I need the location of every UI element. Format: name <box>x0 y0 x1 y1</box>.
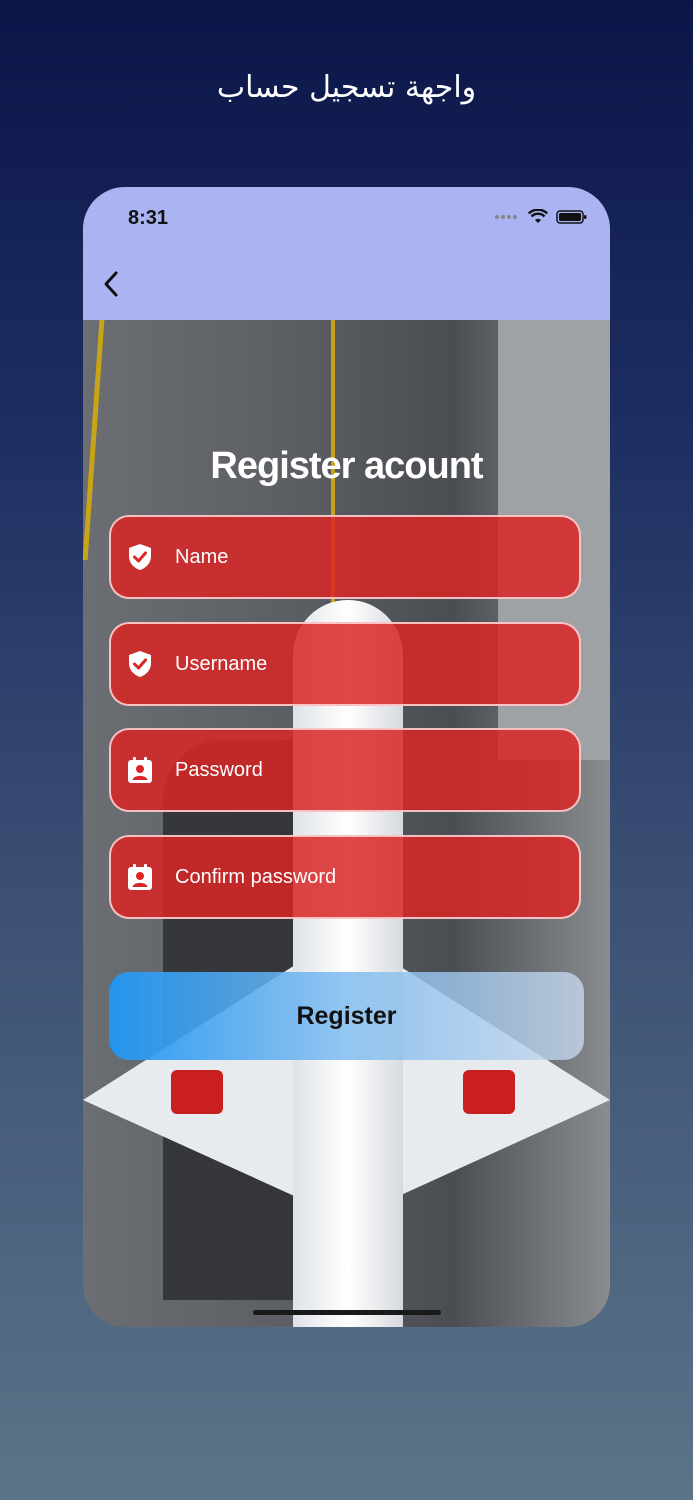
password-field[interactable]: Password <box>109 728 581 812</box>
register-button[interactable]: Register <box>109 972 584 1060</box>
contact-card-icon <box>125 755 155 785</box>
name-field[interactable]: Name <box>109 515 581 599</box>
confirm-password-field-label: Confirm password <box>175 865 337 888</box>
plane-fuselage <box>293 600 403 1327</box>
wifi-icon <box>528 209 548 223</box>
status-time: 8:31 <box>128 207 169 229</box>
battery-icon <box>556 210 587 224</box>
username-field[interactable]: Username <box>109 622 581 706</box>
chevron-left-icon[interactable] <box>101 269 121 299</box>
plane-engine-right <box>463 1070 515 1114</box>
password-field-label: Password <box>175 758 263 781</box>
plane-engine-left <box>171 1070 223 1114</box>
confirm-password-field[interactable]: Confirm password <box>109 835 581 919</box>
shield-check-icon <box>125 649 155 679</box>
shield-check-icon <box>125 542 155 572</box>
page-title: Register acount <box>210 445 483 487</box>
runway-marking <box>83 320 105 560</box>
app-header: 8:31 <box>83 187 610 320</box>
status-icons <box>494 209 588 225</box>
name-field-label: Name <box>175 545 229 568</box>
contact-card-icon <box>125 862 155 892</box>
username-field-label: Username <box>175 652 268 675</box>
phone-frame: 8:31 Register acount Name Username Passw… <box>83 187 610 1327</box>
home-indicator[interactable] <box>253 1310 441 1315</box>
screen-caption: واجهة تسجيل حساب <box>216 70 477 105</box>
signal-icon <box>495 215 517 219</box>
